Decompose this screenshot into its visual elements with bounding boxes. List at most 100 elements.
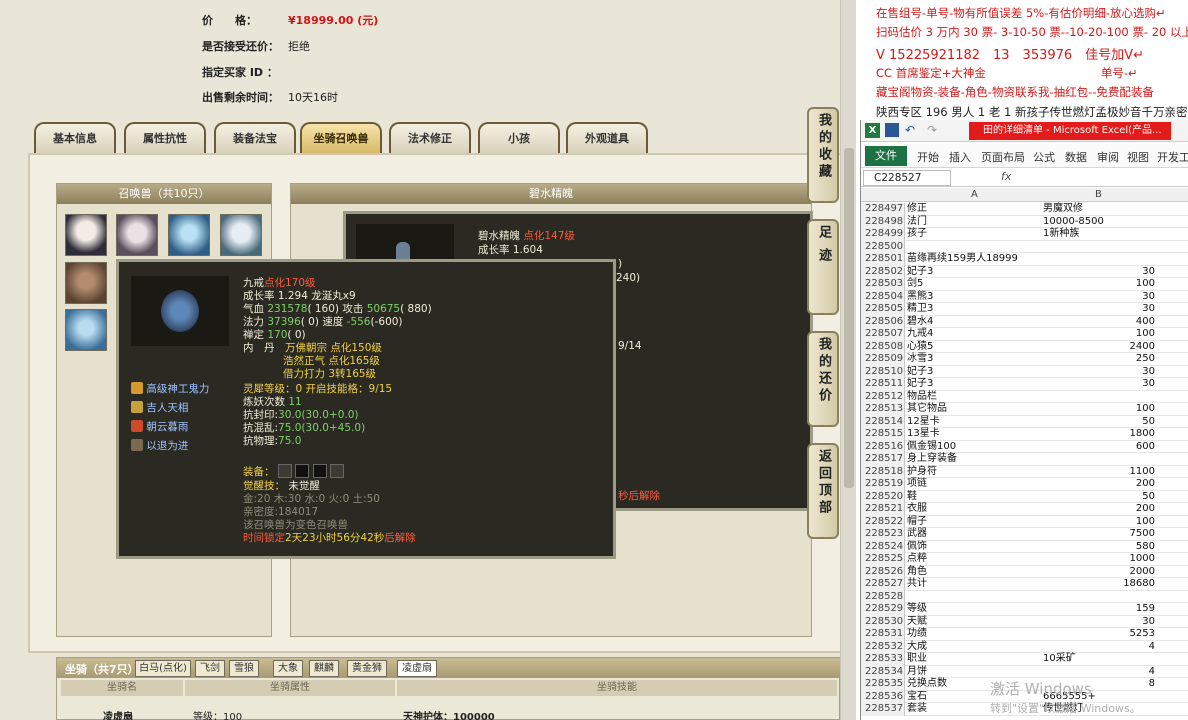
fx-icon[interactable]: fx <box>1001 170 1011 183</box>
row-number[interactable]: 228512 <box>861 390 905 403</box>
cell-a[interactable]: 剑5 <box>907 278 923 291</box>
cell-b[interactable]: 100 <box>1136 278 1155 291</box>
row-number[interactable]: 228501 <box>861 253 905 266</box>
cell-b[interactable]: 7500 <box>1130 528 1155 541</box>
row-number[interactable]: 228523 <box>861 528 905 541</box>
cell-a[interactable]: 身上穿装备 <box>907 453 957 466</box>
cell-b[interactable]: 200 <box>1136 478 1155 491</box>
cell-b[interactable]: 2000 <box>1130 566 1155 579</box>
row-number[interactable]: 228500 <box>861 240 905 253</box>
mount-tab[interactable]: 白马(点化) <box>135 660 191 677</box>
pet-thumbnail[interactable] <box>168 214 210 256</box>
equip-slot-icon[interactable] <box>295 464 310 478</box>
cell-a[interactable]: 黑熊3 <box>907 291 933 304</box>
excel-row[interactable]: 228517 身上穿装备 <box>861 453 1188 466</box>
row-number[interactable]: 228513 <box>861 403 905 416</box>
column-header-b[interactable]: B <box>1095 189 1102 200</box>
cell-b[interactable]: 男魔双修 <box>1043 203 1083 216</box>
equip-slot-icon[interactable] <box>277 464 292 478</box>
name-box[interactable]: C228527 <box>863 170 951 186</box>
cell-a[interactable]: 月饼 <box>907 666 927 679</box>
row-number[interactable]: 228531 <box>861 628 905 641</box>
cell-b[interactable]: 580 <box>1136 541 1155 554</box>
cell-b[interactable]: 400 <box>1136 316 1155 329</box>
ribbon-tab[interactable]: 视图 <box>1127 149 1149 165</box>
tab-children[interactable]: 小孩 <box>478 122 560 154</box>
cell-a[interactable]: 冰雪3 <box>907 353 933 366</box>
cell-a[interactable]: 精卫3 <box>907 303 933 316</box>
undo-icon[interactable]: ↶ <box>905 123 915 137</box>
cell-a[interactable]: 共计 <box>907 578 927 591</box>
mount-tab[interactable]: 黄金狮 <box>347 660 387 677</box>
excel-row[interactable]: 228516 佩金锡100 600 <box>861 440 1188 453</box>
row-number[interactable]: 228510 <box>861 365 905 378</box>
cell-a[interactable]: 孩子 <box>907 228 927 241</box>
pet-thumbnail[interactable] <box>65 214 107 256</box>
excel-row[interactable]: 228498 法门 10000-8500 <box>861 215 1188 229</box>
excel-row[interactable]: 228519 项链 200 <box>861 478 1188 491</box>
excel-row[interactable]: 228529 等级 159 <box>861 603 1188 616</box>
cell-b[interactable]: 1800 <box>1130 428 1155 441</box>
excel-row[interactable]: 228523 武器 7500 <box>861 528 1188 541</box>
row-number[interactable]: 228516 <box>861 440 905 453</box>
row-number[interactable]: 228515 <box>861 428 905 441</box>
excel-row[interactable]: 228501 苗缘再续159男人18999 <box>861 253 1188 266</box>
cell-a[interactable]: 套装 <box>907 703 927 716</box>
row-number[interactable]: 228526 <box>861 565 905 578</box>
cell-b[interactable]: 30 <box>1142 266 1155 279</box>
cell-a[interactable]: 功绩 <box>907 628 927 641</box>
row-number[interactable]: 228518 <box>861 465 905 478</box>
excel-row[interactable]: 228534 月饼 4 <box>861 665 1188 679</box>
excel-row[interactable]: 228530 天赋 30 <box>861 615 1188 628</box>
excel-row[interactable]: 228502 妃子3 30 <box>861 265 1188 279</box>
excel-row[interactable]: 228513 其它物品 100 <box>861 403 1188 416</box>
cell-b[interactable]: 50 <box>1142 416 1155 429</box>
row-number[interactable]: 228537 <box>861 703 905 716</box>
excel-row[interactable]: 228524 佩饰 580 <box>861 540 1188 554</box>
row-number[interactable]: 228533 <box>861 653 905 666</box>
tab-mounts-pets[interactable]: 坐骑召唤兽 <box>300 122 382 154</box>
cell-a[interactable]: 妃子3 <box>907 266 933 279</box>
cell-a[interactable]: 兑换点数 <box>907 678 947 691</box>
row-number[interactable]: 228529 <box>861 603 905 616</box>
row-number[interactable]: 228506 <box>861 315 905 328</box>
cell-b[interactable]: 250 <box>1136 353 1155 366</box>
ribbon-tab[interactable]: 数据 <box>1065 149 1087 165</box>
tab-spell-correction[interactable]: 法术修正 <box>389 122 471 154</box>
ribbon-tab[interactable]: 开始 <box>917 149 939 165</box>
cell-b[interactable]: 10000-8500 <box>1043 216 1104 229</box>
ribbon-tab[interactable]: 审阅 <box>1097 149 1119 165</box>
excel-row[interactable]: 228526 角色 2000 <box>861 565 1188 579</box>
excel-row[interactable]: 228525 点粹 1000 <box>861 553 1188 566</box>
cell-b[interactable]: 10采矿 <box>1043 653 1076 666</box>
cell-a[interactable]: 其它物品 <box>907 403 947 416</box>
mount-tab[interactable]: 大象 <box>273 660 303 677</box>
cell-b[interactable]: 1000 <box>1130 553 1155 566</box>
cell-b[interactable]: 30 <box>1142 303 1155 316</box>
cell-b[interactable]: 100 <box>1136 403 1155 416</box>
row-number[interactable]: 228521 <box>861 503 905 516</box>
equip-slot-icon[interactable] <box>329 464 344 478</box>
ribbon-tab[interactable]: 插入 <box>949 149 971 165</box>
row-number[interactable]: 228511 <box>861 378 905 391</box>
history-button[interactable]: 足迹 <box>807 219 839 315</box>
cell-b[interactable]: 5253 <box>1130 628 1155 641</box>
cell-a[interactable]: 苗缘再续159男人18999 <box>907 253 1018 266</box>
cell-a[interactable]: 等级 <box>907 603 927 616</box>
cell-a[interactable]: 妃子3 <box>907 378 933 391</box>
excel-row[interactable]: 228512 物品栏 <box>861 390 1188 403</box>
cell-a[interactable]: 妃子3 <box>907 366 933 379</box>
row-number[interactable]: 228535 <box>861 678 905 691</box>
row-number[interactable]: 228528 <box>861 590 905 603</box>
row-number[interactable]: 228502 <box>861 265 905 278</box>
favorites-button[interactable]: 我的收藏 <box>807 107 839 203</box>
cell-a[interactable]: 法门 <box>907 216 927 229</box>
cell-a[interactable]: 角色 <box>907 566 927 579</box>
tab-equipment[interactable]: 装备法宝 <box>214 122 296 154</box>
pet-thumbnail-selected[interactable] <box>65 262 107 304</box>
cell-b[interactable]: 4 <box>1149 641 1155 654</box>
ribbon-tab[interactable]: 开发工 <box>1157 149 1188 165</box>
cell-a[interactable]: 碧水4 <box>907 316 933 329</box>
row-number[interactable]: 228536 <box>861 690 905 703</box>
cell-b[interactable]: 50 <box>1142 491 1155 504</box>
